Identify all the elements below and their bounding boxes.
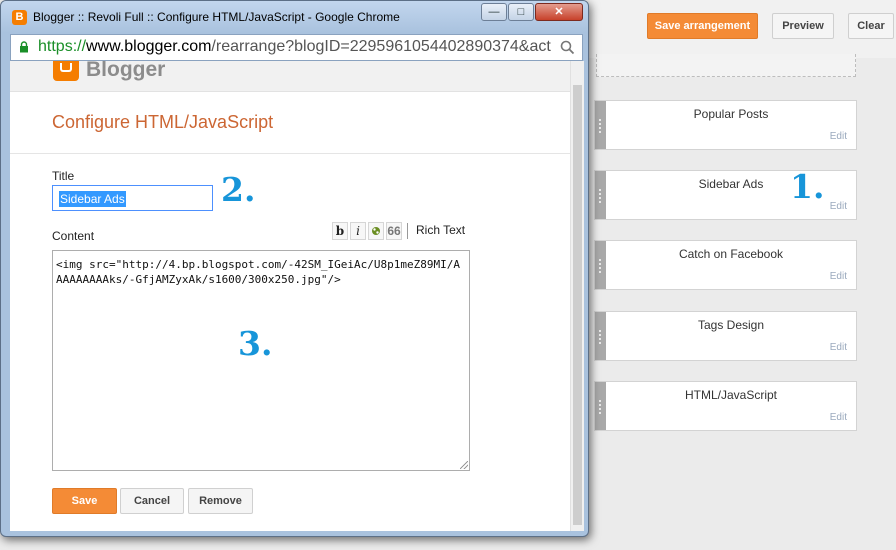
minimize-button[interactable]: —	[481, 3, 507, 21]
resize-grip-icon[interactable]	[460, 461, 468, 469]
annotation-three: 3.	[238, 324, 273, 363]
gadget-html-javascript[interactable]: HTML/JavaScript Edit	[594, 381, 857, 431]
address-bar[interactable]: https://www.blogger.com/rearrange?blogID…	[10, 34, 583, 61]
gadget-title: Popular Posts	[693, 107, 769, 121]
quote-icon[interactable]: 66	[386, 222, 402, 240]
blogger-logo-icon	[53, 61, 79, 81]
add-gadget-drop-zone[interactable]	[596, 54, 856, 77]
drag-handle-icon[interactable]	[595, 101, 606, 149]
italic-icon[interactable]: i	[350, 222, 366, 240]
title-input[interactable]: Sidebar Ads	[52, 185, 213, 211]
gadget-title: Tags Design	[697, 318, 765, 332]
dialog-heading: Configure HTML/JavaScript	[52, 112, 274, 132]
scrollbar-thumb[interactable]	[573, 85, 582, 525]
blogger-header: Blogger	[10, 61, 570, 92]
window-title: Blogger :: Revoli Full :: Configure HTML…	[33, 10, 400, 24]
gadget-edit-link[interactable]: Edit	[830, 412, 847, 423]
gadget-tags-design[interactable]: Tags Design Edit	[594, 311, 857, 361]
remove-button[interactable]: Remove	[188, 488, 253, 514]
drag-handle-icon[interactable]	[595, 312, 606, 360]
vertical-scrollbar[interactable]	[570, 61, 584, 531]
gadget-title: Catch on Facebook	[678, 247, 784, 261]
clear-button[interactable]: Clear	[848, 13, 894, 39]
drag-handle-icon[interactable]	[595, 382, 606, 430]
chrome-popup-window: B Blogger :: Revoli Full :: Configure HT…	[0, 0, 589, 537]
search-icon[interactable]	[560, 40, 575, 55]
annotation-two: 2.	[221, 170, 256, 209]
drag-handle-icon[interactable]	[595, 171, 606, 219]
save-button[interactable]: Save	[52, 488, 117, 514]
divider	[10, 153, 570, 154]
bold-icon[interactable]: b	[332, 222, 348, 240]
annotation-one: 1.	[790, 167, 825, 206]
blogger-favicon-icon: B	[12, 10, 27, 25]
url-text: https://www.blogger.com/rearrange?blogID…	[38, 38, 558, 56]
content-value: <img src="http://4.bp.blogspot.com/-42SM…	[56, 258, 460, 286]
cancel-button[interactable]: Cancel	[120, 488, 184, 514]
editor-toolbar: b i 66 Rich Text	[332, 222, 482, 240]
link-icon[interactable]	[368, 222, 384, 240]
url-scheme: https://	[38, 38, 87, 55]
url-path: /rearrange?blogID=2295961054402890374&ac…	[211, 38, 551, 55]
gadget-title: HTML/JavaScript	[684, 388, 778, 402]
maximize-button[interactable]: □	[508, 3, 534, 21]
lock-icon	[20, 41, 28, 53]
gadget-popular-posts[interactable]: Popular Posts Edit	[594, 100, 857, 150]
blogger-wordmark: Blogger	[86, 61, 166, 81]
gadget-catch-on-facebook[interactable]: Catch on Facebook Edit	[594, 240, 857, 290]
gadget-edit-link[interactable]: Edit	[830, 201, 847, 212]
url-host: www.blogger.com	[86, 38, 212, 55]
title-label: Title	[52, 169, 75, 183]
content-label: Content	[52, 229, 95, 243]
toolbar-separator	[407, 223, 408, 239]
gadget-edit-link[interactable]: Edit	[830, 342, 847, 353]
window-title-bar[interactable]: B Blogger :: Revoli Full :: Configure HT…	[1, 1, 588, 33]
page-viewport: Blogger Configure HTML/JavaScript Title …	[10, 61, 584, 531]
drag-handle-icon[interactable]	[595, 241, 606, 289]
rich-text-toggle[interactable]: Rich Text	[416, 223, 465, 237]
gadget-edit-link[interactable]: Edit	[830, 131, 847, 142]
title-input-value: Sidebar Ads	[59, 191, 126, 207]
save-arrangement-button[interactable]: Save arrangement	[647, 13, 758, 39]
close-window-button[interactable]: ✕	[535, 3, 583, 21]
gadget-edit-link[interactable]: Edit	[830, 271, 847, 282]
preview-button[interactable]: Preview	[772, 13, 834, 39]
